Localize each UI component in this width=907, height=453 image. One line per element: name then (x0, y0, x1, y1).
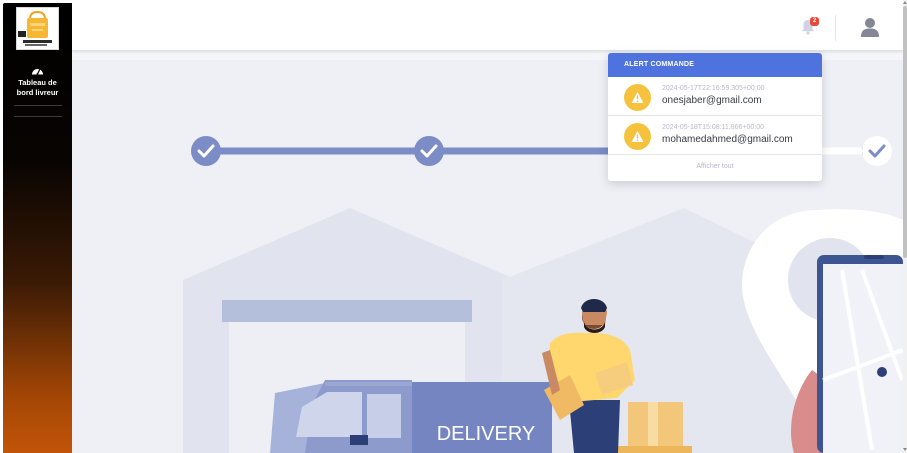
topbar: 2 (72, 3, 903, 50)
user-icon[interactable] (860, 17, 880, 37)
warning-icon (631, 92, 644, 103)
sidebar: Tableau de bord livreur (3, 3, 72, 453)
gauge-icon (32, 68, 43, 75)
show-all-link[interactable]: Afficher tout (608, 155, 822, 179)
alerts-header: ALERT COMMANDE (608, 53, 822, 77)
progress-step-2 (414, 136, 444, 166)
brand-logo[interactable] (16, 7, 59, 50)
alert-timestamp: 2024-05-18T15:08:11.866+00:00 (662, 124, 765, 131)
alerts-dropdown: ALERT COMMANDE 2024-05-17T22:16:59.305+0… (608, 53, 822, 181)
scroll-down-icon[interactable] (903, 447, 907, 452)
truck-label: DELIVERY (437, 423, 536, 445)
shopping-bag-logo-icon (18, 10, 52, 46)
scroll-thumb[interactable] (903, 6, 907, 258)
page-scrollbar[interactable] (903, 0, 907, 453)
warning-icon (631, 131, 644, 142)
sidebar-divider (14, 105, 62, 106)
alert-email: mohamedahmed@gmail.com (662, 134, 793, 145)
alert-timestamp: 2024-05-17T22:16:59.305+00:00 (662, 85, 765, 92)
alert-email: onesjaber@gmail.com (662, 95, 762, 106)
app-root: Tableau de bord livreur 2 DELIVERY ALERT… (0, 0, 907, 453)
alert-item[interactable]: 2024-05-17T22:16:59.305+00:00 onesjaber@… (608, 77, 822, 116)
sidebar-item-label-line1: Tableau de (18, 78, 57, 87)
sidebar-item-dashboard[interactable]: Tableau de bord livreur (3, 65, 72, 98)
alert-icon-circle (624, 84, 651, 111)
notification-badge: 2 (810, 17, 819, 26)
alert-icon-circle (624, 123, 651, 150)
alert-item[interactable]: 2024-05-18T15:08:11.866+00:00 mohamedahm… (608, 116, 822, 155)
scroll-up-icon[interactable] (903, 0, 907, 5)
progress-step-3 (862, 136, 892, 166)
progress-step-1 (191, 136, 221, 166)
sidebar-item-label-line2: bord livreur (16, 88, 59, 97)
topbar-divider (835, 15, 836, 41)
sidebar-divider (14, 116, 62, 117)
